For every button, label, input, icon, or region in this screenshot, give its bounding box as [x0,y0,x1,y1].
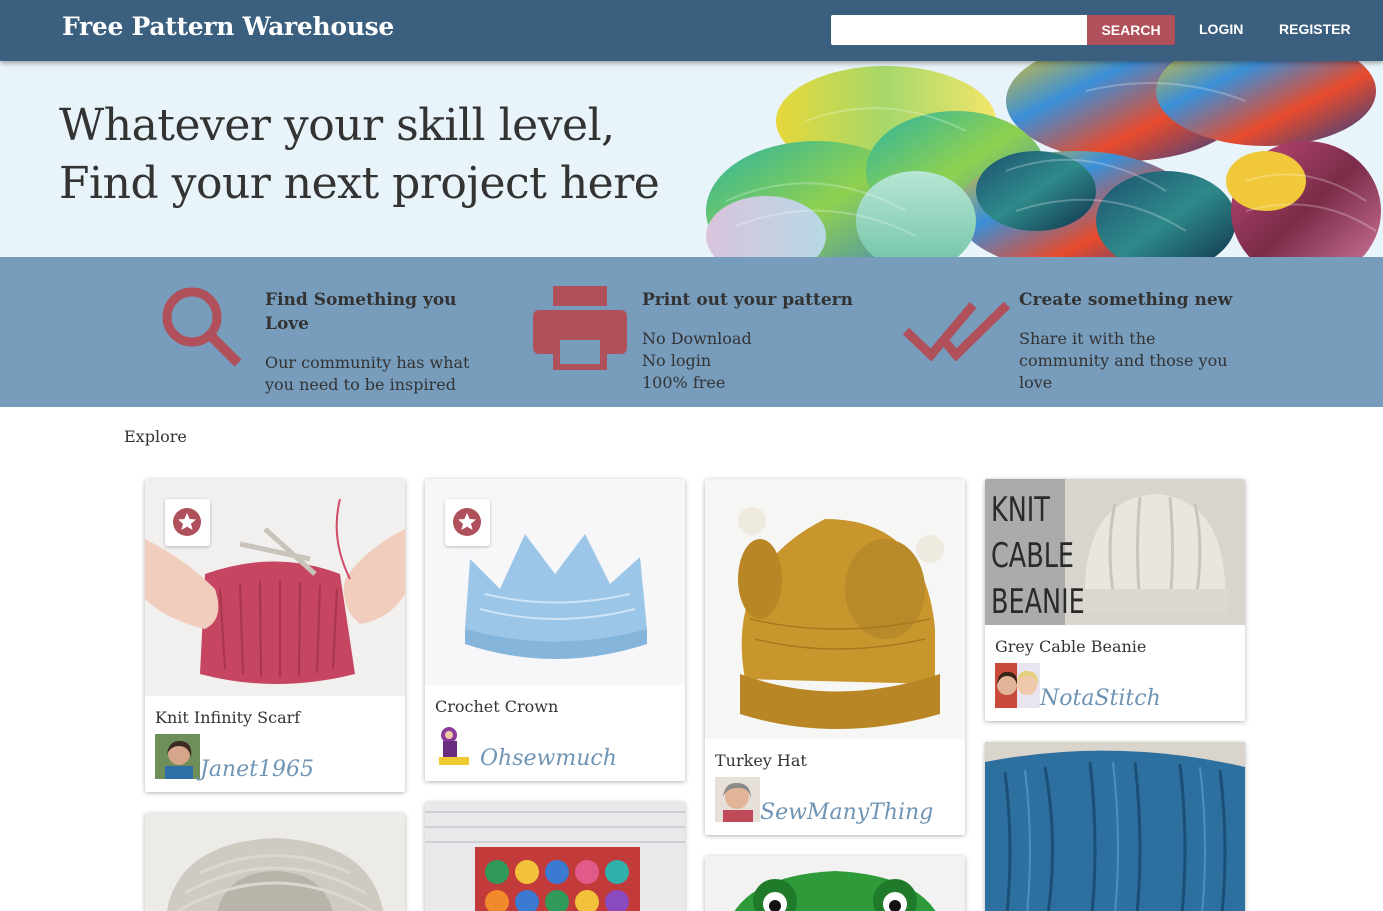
pattern-image[interactable] [145,813,405,911]
pattern-card[interactable] [145,813,405,911]
printer-icon [533,286,627,370]
top-navbar: Free Pattern Warehouse SEARCH LOGIN REGI… [0,0,1383,61]
author-avatar[interactable] [435,723,480,768]
feature-text-print-line-1: No Download [642,329,752,348]
pattern-card[interactable]: Knit Infinity Scarf Janet1965 [145,479,405,792]
pattern-image[interactable] [425,802,685,911]
author-link[interactable]: Janet1965 [200,757,314,782]
feature-text-print: No Download No login 100% free [642,328,752,394]
pattern-card[interactable]: Crochet Crown Ohsewmuch [425,479,685,781]
pattern-card[interactable]: KNIT CABLE BEANIE Grey Cable Beanie Nota… [985,479,1245,721]
search-icon [162,287,242,367]
register-link[interactable]: REGISTER [1279,21,1351,37]
explore-heading: Explore [124,427,187,446]
features-band: Find Something you Love Our community ha… [0,257,1383,407]
feature-text-find: Our community has what you need to be in… [265,352,469,396]
hero-heading: Whatever your skill level, Find your nex… [59,97,660,213]
site-logo[interactable]: Free Pattern Warehouse [62,12,394,41]
feature-text-print-line-2: No login [642,351,712,370]
pattern-card[interactable] [425,802,685,911]
feature-title-print: Print out your pattern [642,290,853,310]
feature-text-print-line-3: 100% free [642,373,726,392]
feature-text-create-line-3: love [1019,373,1053,392]
hero-heading-line-2: Find your next project here [59,158,660,209]
pattern-image[interactable] [705,479,965,739]
hero-heading-line-1: Whatever your skill level, [59,100,615,151]
pattern-image[interactable] [985,742,1245,911]
pattern-title[interactable]: Grey Cable Beanie [995,637,1146,656]
author-link[interactable]: SewManyThing [760,800,933,825]
feature-title-find-line-1: Find Something you [265,290,457,310]
feature-title-find: Find Something you Love [265,288,457,336]
hero-banner: Whatever your skill level, Find your nex… [0,61,1383,257]
pattern-image[interactable] [705,856,965,911]
pattern-card[interactable] [985,742,1245,911]
search-input[interactable] [831,15,1087,45]
search-button[interactable]: SEARCH [1087,15,1175,45]
feature-text-create-line-2: community and those you [1019,351,1228,370]
beanie-image-text-2: CABLE [991,536,1074,576]
feature-text-find-line-2: you need to be inspired [265,375,456,394]
feature-title-create: Create something new [1019,290,1233,310]
yarn-skeins-image [706,61,1381,257]
star-icon [173,508,201,536]
beanie-image-text-3: BEANIE [991,582,1085,622]
feature-text-create-line-1: Share it with the [1019,329,1156,348]
feature-text-create: Share it with the community and those yo… [1019,328,1228,394]
author-avatar[interactable] [995,663,1040,708]
pattern-title[interactable]: Crochet Crown [435,697,558,716]
star-icon [453,508,481,536]
feature-title-find-line-2: Love [265,314,309,334]
author-avatar[interactable] [155,734,200,779]
double-check-icon [903,301,1011,361]
favorite-button[interactable] [165,499,210,546]
author-avatar[interactable] [715,777,760,822]
author-link[interactable]: NotaStitch [1040,686,1161,711]
pattern-title[interactable]: Knit Infinity Scarf [155,708,300,727]
login-link[interactable]: LOGIN [1199,21,1243,37]
pattern-card[interactable]: Turkey Hat SewManyThing [705,479,965,835]
pattern-image[interactable]: KNIT CABLE BEANIE [985,479,1245,625]
feature-text-find-line-1: Our community has what [265,353,470,372]
beanie-image-text-1: KNIT [991,490,1050,530]
pattern-title[interactable]: Turkey Hat [715,751,807,770]
pattern-card[interactable] [705,856,965,911]
favorite-button[interactable] [445,499,490,546]
author-link[interactable]: Ohsewmuch [480,746,617,771]
